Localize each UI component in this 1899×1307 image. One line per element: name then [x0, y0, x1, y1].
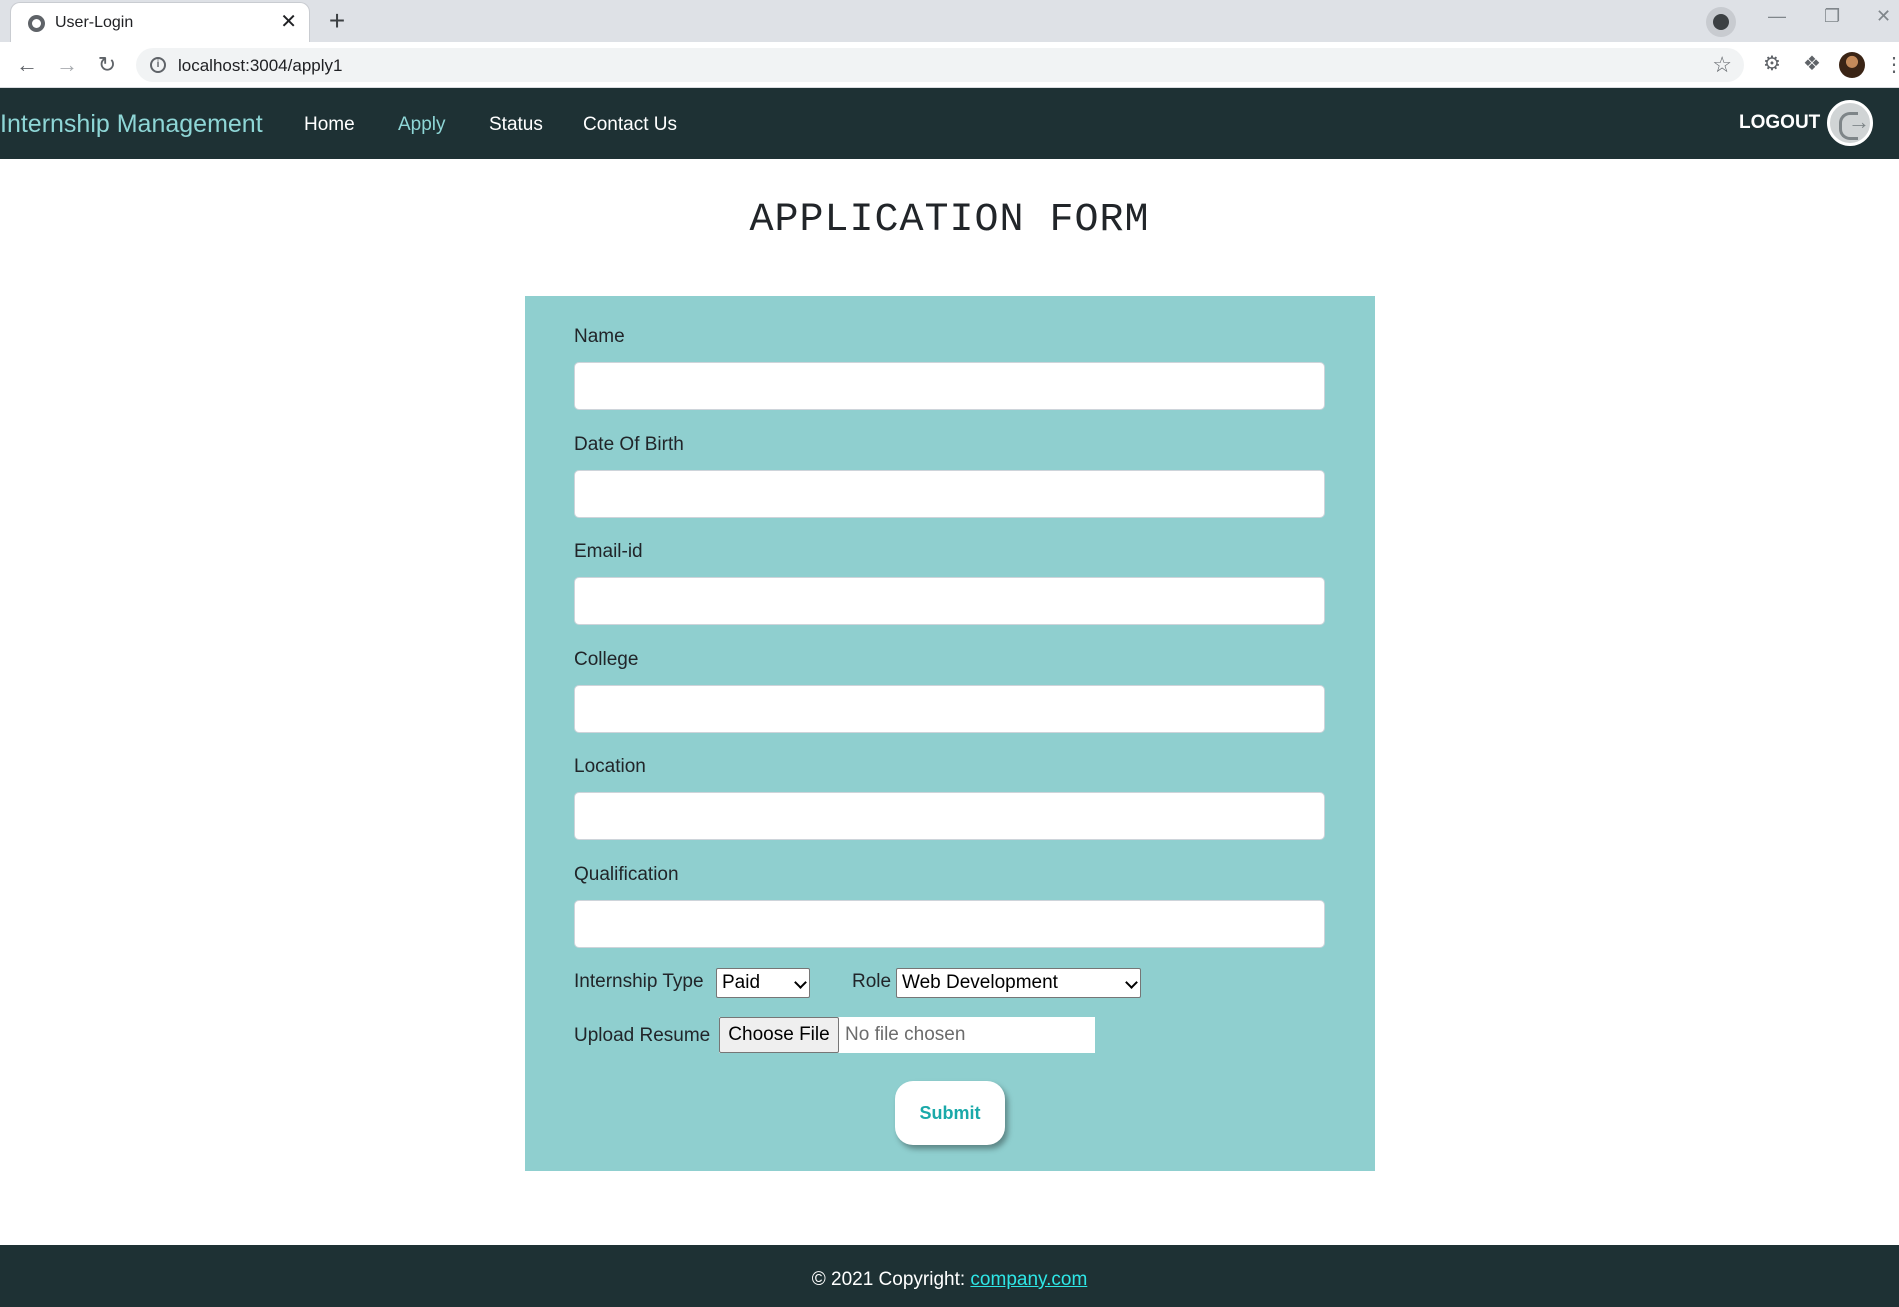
chevron-down-icon	[794, 976, 807, 989]
reload-icon[interactable]: ↻	[92, 50, 122, 80]
internship-type-label: Internship Type	[574, 971, 704, 992]
close-window-button[interactable]: ✕	[1876, 6, 1891, 27]
forward-arrow-icon[interactable]: →	[52, 50, 82, 80]
role-label: Role	[852, 971, 892, 992]
email-input[interactable]	[574, 577, 1325, 625]
role-value: Web Development	[902, 972, 1058, 993]
profile-avatar[interactable]	[1839, 52, 1865, 78]
browser-menu-icon[interactable]: ⋮	[1884, 52, 1899, 77]
dob-label: Date Of Birth	[574, 434, 684, 455]
back-arrow-icon[interactable]: ←	[12, 50, 42, 80]
extension-icon[interactable]: ⚙	[1760, 52, 1784, 76]
logout-label[interactable]: LOGOUT	[1739, 112, 1820, 134]
qualification-label: Qualification	[574, 864, 679, 885]
logout-icon[interactable]	[1827, 100, 1873, 146]
minimize-button[interactable]: —	[1768, 6, 1786, 27]
new-tab-button[interactable]: +	[319, 5, 355, 37]
info-icon[interactable]: i	[150, 57, 166, 73]
url-text[interactable]: localhost:3004/apply1	[178, 56, 342, 76]
browser-tab[interactable]: User-Login ✕	[10, 2, 310, 42]
resume-file-input[interactable]: Choose File No file chosen	[719, 1017, 1095, 1053]
internship-type-select[interactable]: Paid	[716, 968, 810, 998]
company-link[interactable]: company.com	[970, 1269, 1087, 1290]
chevron-down-icon	[1125, 976, 1138, 989]
copyright-text: © 2021 Copyright:	[811, 1269, 971, 1290]
choose-file-button[interactable]: Choose File	[719, 1017, 839, 1053]
college-label: College	[574, 649, 639, 670]
address-bar[interactable]: i localhost:3004/apply1 ☆	[136, 48, 1744, 82]
dob-input[interactable]	[574, 470, 1325, 518]
file-status: No file chosen	[845, 1024, 966, 1045]
location-input[interactable]	[574, 792, 1325, 840]
puzzle-icon[interactable]: ❖	[1800, 52, 1824, 76]
browser-tab-bar: User-Login ✕ + — ❐ ✕	[0, 0, 1899, 42]
footer: © 2021 Copyright: company.com	[0, 1245, 1899, 1307]
submit-button[interactable]: Submit	[895, 1081, 1005, 1145]
location-label: Location	[574, 756, 646, 777]
tab-title: User-Login	[55, 14, 134, 31]
globe-icon	[28, 15, 45, 32]
restore-button[interactable]: ❐	[1824, 6, 1840, 27]
nav-link-contact[interactable]: Contact Us	[583, 114, 677, 136]
close-tab-icon[interactable]: ✕	[280, 11, 297, 33]
nav-link-status[interactable]: Status	[489, 114, 543, 136]
nav-link-apply[interactable]: Apply	[398, 114, 446, 136]
brand-link[interactable]: Internship Management	[0, 110, 263, 139]
name-label: Name	[574, 326, 625, 347]
email-label: Email-id	[574, 541, 643, 562]
tab-search-icon[interactable]	[1706, 7, 1736, 37]
nav-link-home[interactable]: Home	[304, 114, 355, 136]
site-navbar: Internship Management Home Apply Status …	[0, 88, 1899, 159]
qualification-input[interactable]	[574, 900, 1325, 948]
college-input[interactable]	[574, 685, 1325, 733]
role-select[interactable]: Web Development	[896, 968, 1141, 998]
name-input[interactable]	[574, 362, 1325, 410]
upload-resume-label: Upload Resume	[574, 1025, 711, 1046]
internship-type-value: Paid	[722, 972, 761, 993]
browser-toolbar: ← → ↻ i localhost:3004/apply1 ☆ ⚙ ❖ ⋮	[0, 42, 1899, 88]
page-title: APPLICATION FORM	[749, 198, 1150, 243]
application-form: Name Date Of Birth Email-id College Loca…	[525, 296, 1375, 1171]
bookmark-star-icon[interactable]: ☆	[1712, 52, 1732, 78]
